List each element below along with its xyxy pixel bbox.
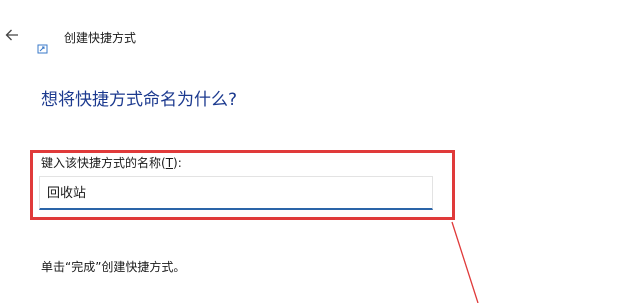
page-heading: 想将快捷方式命名为什么? bbox=[41, 90, 238, 110]
instruction-text: 单击“完成”创建快捷方式。 bbox=[41, 260, 186, 274]
create-shortcut-wizard: 创建快捷方式 想将快捷方式命名为什么? 键入该快捷方式的名称(T): 单击“完成… bbox=[0, 0, 618, 303]
name-label-mnemonic: T bbox=[165, 156, 174, 170]
wizard-title: 创建快捷方式 bbox=[64, 31, 137, 45]
name-label-text: 键入该快捷方式的名称( bbox=[41, 156, 166, 170]
name-label-suffix: ): bbox=[173, 156, 182, 170]
shortcut-icon bbox=[37, 39, 48, 54]
shortcut-name-input[interactable] bbox=[39, 176, 433, 210]
back-arrow-icon[interactable] bbox=[4, 27, 20, 43]
name-field-label: 键入该快捷方式的名称(T): bbox=[41, 155, 182, 171]
